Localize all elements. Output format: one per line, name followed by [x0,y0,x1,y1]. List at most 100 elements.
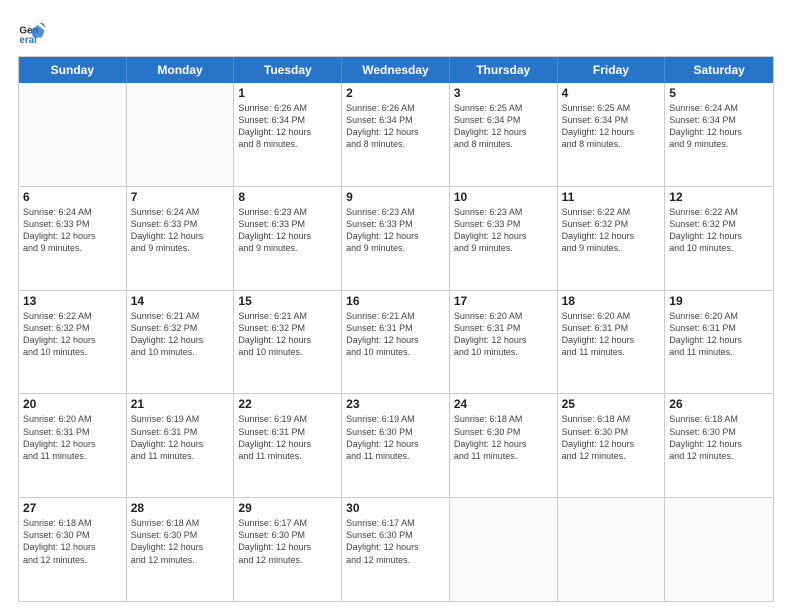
cell-line-24-0: Sunrise: 6:18 AM [454,413,553,425]
cell-line-18-2: Daylight: 12 hours [562,334,661,346]
cal-cell-2: 2Sunrise: 6:26 AMSunset: 6:34 PMDaylight… [342,83,450,186]
cal-cell-empty-4-4 [450,498,558,601]
cell-line-24-3: and 11 minutes. [454,450,553,462]
cell-line-23-3: and 11 minutes. [346,450,445,462]
cell-line-22-2: Daylight: 12 hours [238,438,337,450]
cell-line-23-1: Sunset: 6:30 PM [346,426,445,438]
cell-line-1-2: Daylight: 12 hours [238,126,337,138]
day-number-6: 6 [23,190,122,204]
header: Gen eral [18,18,774,46]
cell-line-13-3: and 10 minutes. [23,346,122,358]
cell-line-4-1: Sunset: 6:34 PM [562,114,661,126]
cell-line-22-1: Sunset: 6:31 PM [238,426,337,438]
cell-line-23-2: Daylight: 12 hours [346,438,445,450]
cell-line-27-0: Sunrise: 6:18 AM [23,517,122,529]
cell-line-21-2: Daylight: 12 hours [131,438,230,450]
cell-line-30-1: Sunset: 6:30 PM [346,529,445,541]
cell-line-17-2: Daylight: 12 hours [454,334,553,346]
cal-cell-1: 1Sunrise: 6:26 AMSunset: 6:34 PMDaylight… [234,83,342,186]
cal-cell-4: 4Sunrise: 6:25 AMSunset: 6:34 PMDaylight… [558,83,666,186]
cell-line-25-2: Daylight: 12 hours [562,438,661,450]
day-number-5: 5 [669,86,769,100]
cell-line-9-2: Daylight: 12 hours [346,230,445,242]
cell-line-10-0: Sunrise: 6:23 AM [454,206,553,218]
cell-line-18-1: Sunset: 6:31 PM [562,322,661,334]
cell-line-11-3: and 9 minutes. [562,242,661,254]
cal-cell-empty-0-0 [19,83,127,186]
header-monday: Monday [127,57,235,83]
cell-line-5-1: Sunset: 6:34 PM [669,114,769,126]
cal-cell-12: 12Sunrise: 6:22 AMSunset: 6:32 PMDayligh… [665,187,773,290]
cal-cell-29: 29Sunrise: 6:17 AMSunset: 6:30 PMDayligh… [234,498,342,601]
day-number-9: 9 [346,190,445,204]
cell-line-19-3: and 11 minutes. [669,346,769,358]
cal-cell-25: 25Sunrise: 6:18 AMSunset: 6:30 PMDayligh… [558,394,666,497]
day-number-21: 21 [131,397,230,411]
cell-line-8-3: and 9 minutes. [238,242,337,254]
cal-row-4: 27Sunrise: 6:18 AMSunset: 6:30 PMDayligh… [19,498,773,601]
cal-cell-7: 7Sunrise: 6:24 AMSunset: 6:33 PMDaylight… [127,187,235,290]
calendar-header: SundayMondayTuesdayWednesdayThursdayFrid… [19,57,773,83]
cell-line-27-3: and 12 minutes. [23,554,122,566]
cell-line-18-0: Sunrise: 6:20 AM [562,310,661,322]
cell-line-13-1: Sunset: 6:32 PM [23,322,122,334]
header-thursday: Thursday [450,57,558,83]
cal-row-2: 13Sunrise: 6:22 AMSunset: 6:32 PMDayligh… [19,291,773,395]
cell-line-13-2: Daylight: 12 hours [23,334,122,346]
cell-line-8-1: Sunset: 6:33 PM [238,218,337,230]
cell-line-1-3: and 8 minutes. [238,138,337,150]
cal-cell-empty-4-6 [665,498,773,601]
cell-line-11-1: Sunset: 6:32 PM [562,218,661,230]
cell-line-28-0: Sunrise: 6:18 AM [131,517,230,529]
cell-line-21-1: Sunset: 6:31 PM [131,426,230,438]
day-number-23: 23 [346,397,445,411]
day-number-17: 17 [454,294,553,308]
cell-line-6-0: Sunrise: 6:24 AM [23,206,122,218]
day-number-27: 27 [23,501,122,515]
page: Gen eral SundayMondayTuesdayWednesdayThu… [0,0,792,612]
cal-cell-10: 10Sunrise: 6:23 AMSunset: 6:33 PMDayligh… [450,187,558,290]
cell-line-16-2: Daylight: 12 hours [346,334,445,346]
cell-line-7-1: Sunset: 6:33 PM [131,218,230,230]
cal-cell-22: 22Sunrise: 6:19 AMSunset: 6:31 PMDayligh… [234,394,342,497]
cell-line-14-3: and 10 minutes. [131,346,230,358]
cal-cell-28: 28Sunrise: 6:18 AMSunset: 6:30 PMDayligh… [127,498,235,601]
cell-line-26-3: and 12 minutes. [669,450,769,462]
calendar: SundayMondayTuesdayWednesdayThursdayFrid… [18,56,774,602]
cell-line-9-0: Sunrise: 6:23 AM [346,206,445,218]
day-number-24: 24 [454,397,553,411]
cell-line-29-1: Sunset: 6:30 PM [238,529,337,541]
day-number-11: 11 [562,190,661,204]
cell-line-27-2: Daylight: 12 hours [23,541,122,553]
cell-line-19-2: Daylight: 12 hours [669,334,769,346]
cell-line-4-2: Daylight: 12 hours [562,126,661,138]
cal-cell-13: 13Sunrise: 6:22 AMSunset: 6:32 PMDayligh… [19,291,127,394]
cell-line-10-2: Daylight: 12 hours [454,230,553,242]
day-number-4: 4 [562,86,661,100]
cell-line-14-0: Sunrise: 6:21 AM [131,310,230,322]
cell-line-10-3: and 9 minutes. [454,242,553,254]
cell-line-26-1: Sunset: 6:30 PM [669,426,769,438]
cell-line-19-1: Sunset: 6:31 PM [669,322,769,334]
cal-cell-8: 8Sunrise: 6:23 AMSunset: 6:33 PMDaylight… [234,187,342,290]
day-number-8: 8 [238,190,337,204]
day-number-19: 19 [669,294,769,308]
cal-cell-16: 16Sunrise: 6:21 AMSunset: 6:31 PMDayligh… [342,291,450,394]
cell-line-1-0: Sunrise: 6:26 AM [238,102,337,114]
cell-line-1-1: Sunset: 6:34 PM [238,114,337,126]
cell-line-6-1: Sunset: 6:33 PM [23,218,122,230]
cell-line-12-0: Sunrise: 6:22 AM [669,206,769,218]
day-number-20: 20 [23,397,122,411]
day-number-10: 10 [454,190,553,204]
cal-cell-20: 20Sunrise: 6:20 AMSunset: 6:31 PMDayligh… [19,394,127,497]
cell-line-13-0: Sunrise: 6:22 AM [23,310,122,322]
logo: Gen eral [18,18,50,46]
cell-line-28-1: Sunset: 6:30 PM [131,529,230,541]
cell-line-21-0: Sunrise: 6:19 AM [131,413,230,425]
cell-line-5-2: Daylight: 12 hours [669,126,769,138]
cell-line-16-0: Sunrise: 6:21 AM [346,310,445,322]
cell-line-12-2: Daylight: 12 hours [669,230,769,242]
cell-line-2-1: Sunset: 6:34 PM [346,114,445,126]
cell-line-29-3: and 12 minutes. [238,554,337,566]
cell-line-16-1: Sunset: 6:31 PM [346,322,445,334]
